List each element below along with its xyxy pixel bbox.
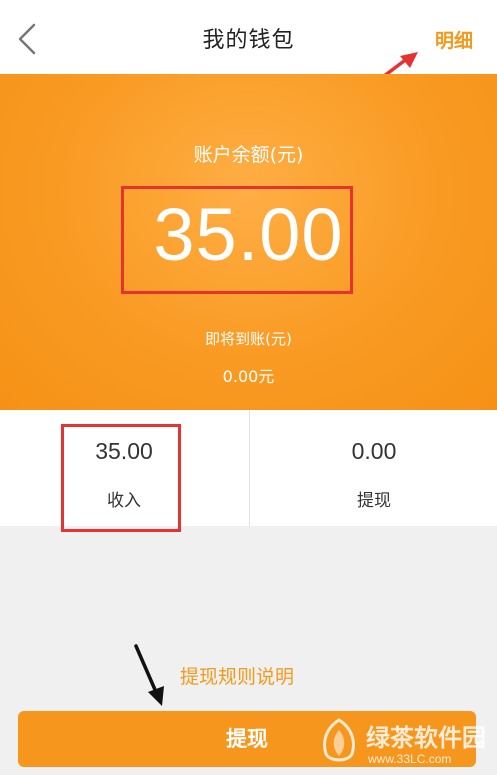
withdrawn-stat[interactable]: 0.00 提现 — [249, 410, 497, 526]
income-highlight-box — [61, 424, 181, 532]
withdraw-rules-link[interactable]: 提现规则说明 — [180, 662, 294, 689]
pending-value: 0.00元 — [222, 367, 275, 386]
pending-label: 即将到账(元) — [205, 330, 292, 348]
withdrawn-value: 0.00 — [351, 438, 397, 464]
top-bar: 我的钱包 明细 — [0, 0, 497, 74]
withdrawn-label: 提现 — [357, 491, 391, 511]
balance-label: 账户余额(元) — [193, 144, 304, 166]
detail-link[interactable]: 明细 — [435, 26, 473, 53]
balance-value: 35.00 — [153, 193, 344, 276]
withdraw-button[interactable]: 提现 — [18, 711, 476, 767]
page-title: 我的钱包 — [202, 28, 295, 53]
annotation-arrow-icon — [134, 644, 164, 706]
